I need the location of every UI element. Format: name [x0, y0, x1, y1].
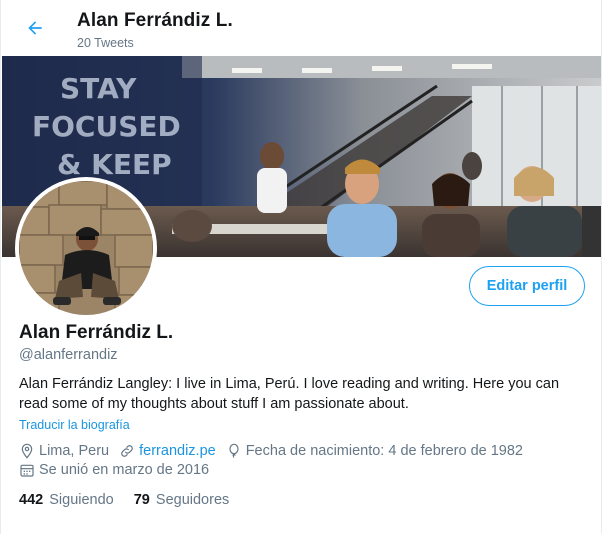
arrow-left-icon [28, 21, 42, 35]
follow-stats: 442 Siguiendo 79 Seguidores [19, 492, 249, 508]
profile-name: Alan Ferrándiz L. [19, 322, 174, 343]
tweet-count: 20 Tweets [77, 36, 134, 50]
followers-label: Seguidores [155, 492, 230, 508]
avatar-image [19, 181, 153, 315]
header-title: Alan Ferrándiz L. [77, 10, 233, 31]
translate-bio-link[interactable]: Traducir la biografía [19, 418, 130, 432]
birthday-text: Fecha de nacimiento: 4 de febrero de 198… [245, 443, 524, 459]
birthday: Fecha de nacimiento: 4 de febrero de 198… [226, 443, 523, 459]
following-count: 442 [19, 492, 44, 508]
profile-header: Alan Ferrándiz L. 20 Tweets [1, 0, 601, 56]
website: ferrandiz.pe [119, 443, 216, 459]
followers-count: 79 [133, 492, 150, 508]
wall-text-1: STAY [60, 72, 137, 105]
profile-meta: Lima, Peru ferrandiz.pe Fecha de nacimie… [19, 443, 533, 459]
website-link[interactable]: ferrandiz.pe [139, 443, 216, 459]
calendar-icon [20, 464, 34, 477]
wall-text-3: & KEEP [57, 148, 172, 181]
joined-text: Se unió en marzo de 2016 [39, 462, 210, 478]
following-label: Siguiendo [49, 492, 114, 508]
joined: Se unió en marzo de 2016 [19, 462, 209, 478]
following-link[interactable]: 442 Siguiendo [19, 492, 114, 508]
link-icon [121, 445, 133, 457]
edit-profile-button[interactable]: Editar perfil [469, 266, 585, 306]
profile-avatar[interactable] [15, 177, 157, 319]
profile-meta-joined: Se unió en marzo de 2016 [19, 462, 219, 478]
balloon-icon [229, 443, 239, 459]
back-button[interactable] [19, 12, 51, 44]
followers-link[interactable]: 79 Seguidores [134, 492, 230, 508]
location-pin-icon [21, 443, 33, 459]
profile-page: Alan Ferrándiz L. 20 Tweets STAY FOCUSED… [0, 0, 602, 534]
location-text: Lima, Peru [39, 443, 110, 459]
profile-handle: @alanferrandiz [19, 347, 118, 363]
profile-bio: Alan Ferrándiz Langley: I live in Lima, … [19, 376, 560, 412]
location: Lima, Peru [19, 443, 109, 459]
wall-text-2: FOCUSED [32, 110, 181, 143]
